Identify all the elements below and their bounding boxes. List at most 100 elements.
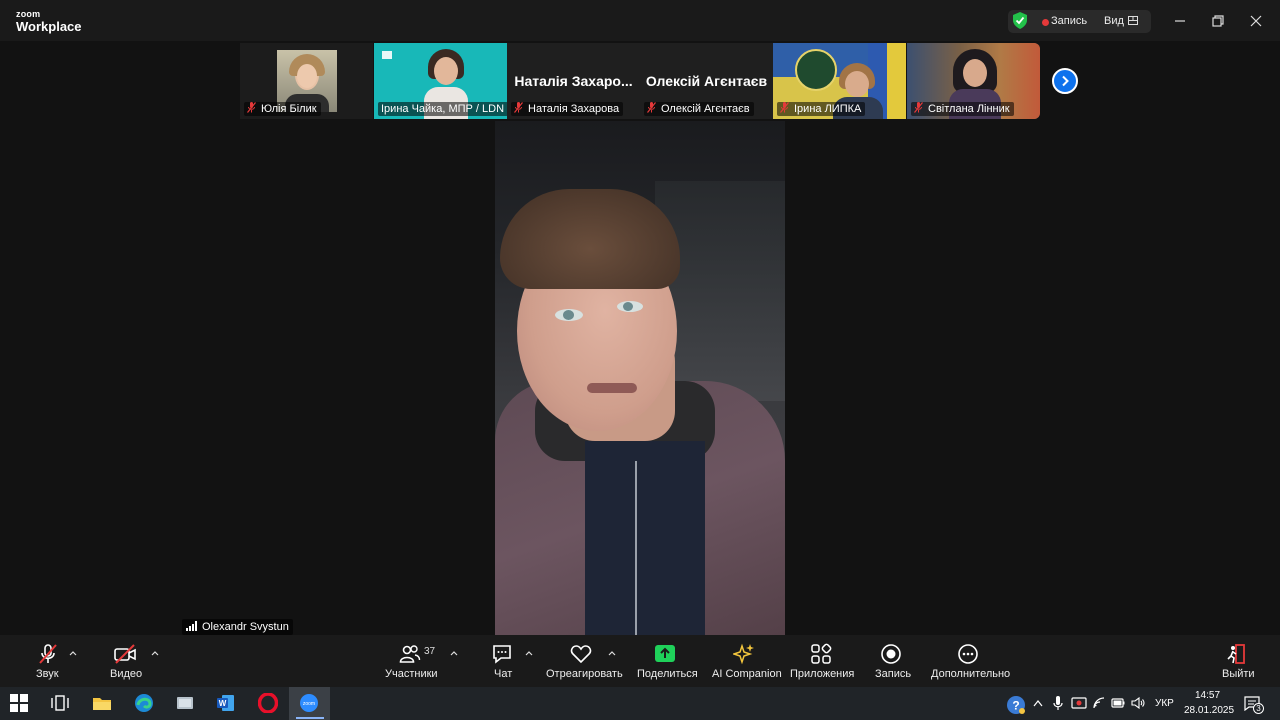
video-button[interactable]: Видео (106, 635, 146, 687)
react-button[interactable]: Отреагировать (545, 635, 623, 687)
shirt (585, 441, 705, 635)
participants-label: Участники (385, 668, 438, 680)
keyboard-language[interactable]: УКР (1155, 698, 1174, 709)
participant-name: Олексій Агєнтаєв (661, 103, 750, 115)
share-button[interactable]: Поделиться (636, 635, 698, 687)
next-page-button[interactable] (1052, 68, 1078, 94)
participant-display-name: Олексій Агєнтаєв (645, 73, 768, 89)
restore-button[interactable] (1209, 12, 1227, 30)
zoom-app-icon[interactable]: zoom (299, 693, 319, 713)
more-label: Дополнительно (931, 668, 1011, 680)
minimize-icon (1175, 20, 1185, 22)
record-button[interactable]: Запись (873, 635, 912, 687)
screen-capture-icon[interactable] (1071, 696, 1087, 710)
chat-options-caret-icon[interactable] (525, 650, 533, 656)
muted-mic-icon (247, 102, 256, 113)
leave-label: Выйти (1222, 668, 1255, 680)
share-screen-icon (655, 645, 675, 662)
volume-icon[interactable] (1131, 697, 1145, 709)
react-label: Отреагировать (546, 668, 623, 680)
chat-icon (493, 645, 511, 664)
zipper (635, 461, 637, 635)
microphone-icon[interactable] (1053, 695, 1063, 711)
clock-time[interactable]: 14:57 (1195, 690, 1220, 701)
record-label: Запись (875, 668, 912, 680)
leave-button[interactable]: Выйти (1220, 635, 1255, 687)
windows-start-icon[interactable] (10, 694, 28, 712)
chevron-right-icon (1062, 75, 1069, 87)
file-explorer-icon[interactable] (92, 693, 112, 713)
opera-icon[interactable] (258, 693, 278, 713)
hair (500, 189, 680, 289)
edge-browser-icon[interactable] (134, 693, 154, 713)
ai-companion-label: AI Companion (712, 668, 782, 680)
participant-tile[interactable]: ​ Ірина Чайка, МПР / LDN (374, 43, 507, 119)
video-options-caret-icon[interactable] (151, 650, 159, 656)
heart-icon (570, 645, 592, 664)
grid-view-icon[interactable] (1128, 16, 1138, 25)
audio-options-caret-icon[interactable] (69, 650, 77, 656)
participant-tile[interactable]: Ірина ЛИПКА (773, 43, 906, 119)
apps-button[interactable]: Приложения (789, 635, 855, 687)
react-options-caret-icon[interactable] (608, 650, 616, 656)
participant-tile[interactable]: Олексій Агєнтаєв Олексій Агєнтаєв (640, 43, 773, 119)
muted-mic-icon (647, 102, 656, 113)
task-view-icon[interactable] (51, 695, 69, 711)
participant-tile[interactable]: Наталія Захаро... Наталія Захарова (507, 43, 640, 119)
minimize-button[interactable] (1171, 12, 1189, 30)
active-speaker-name: Olexandr Svystun (202, 621, 289, 633)
svg-text:zoom: zoom (303, 701, 315, 707)
word-icon[interactable]: W (216, 693, 236, 713)
brand-top: zoom (16, 9, 41, 19)
active-app-indicator (296, 717, 324, 719)
participant-name-tag: Юлія Білик (244, 102, 321, 116)
participants-button[interactable]: 37 Участники (384, 635, 438, 687)
signal-bars-icon (186, 621, 197, 631)
participant-name: Світлана Лінник (928, 103, 1010, 115)
record-icon (881, 644, 901, 664)
video-label: Видео (110, 668, 143, 680)
participant-name-tag: Ірина ЛИПКА (777, 102, 866, 116)
sparkle-icon (733, 643, 754, 665)
chevron-up-icon[interactable] (1033, 699, 1043, 707)
video-off-icon (114, 644, 136, 664)
wifi-icon[interactable] (1093, 697, 1105, 709)
muted-mic-icon (914, 102, 923, 113)
participant-name-tag: Олексій Агєнтаєв (644, 102, 754, 116)
ai-companion-button[interactable]: AI Companion (711, 635, 782, 687)
chat-label: Чат (494, 668, 513, 680)
participants-icon (399, 645, 421, 663)
emblem-icon (795, 49, 837, 91)
view-button[interactable]: Вид (1104, 15, 1124, 27)
apps-label: Приложения (790, 668, 855, 680)
participant-name-tag: Світлана Лінник (911, 102, 1014, 116)
participant-display-name: Наталія Захаро... (514, 73, 633, 89)
recording-dot-icon (1042, 19, 1049, 26)
shield-icon[interactable] (1013, 12, 1027, 29)
meeting-controls-bar: Звук Видео 37 Участники Чат Отреагироват… (0, 635, 1280, 687)
participant-name: Наталія Захарова (528, 103, 620, 115)
mouth (587, 383, 637, 393)
help-icon[interactable]: ? (1006, 695, 1026, 715)
participants-options-caret-icon[interactable] (450, 650, 458, 656)
close-button[interactable] (1247, 12, 1265, 30)
muted-mic-icon (780, 102, 789, 113)
participant-tile[interactable]: Світлана Лінник (907, 43, 1040, 119)
participant-tile[interactable]: Юлія Білик (240, 43, 373, 119)
more-button[interactable]: Дополнительно (930, 635, 1011, 687)
svg-text:?: ? (1012, 699, 1019, 713)
participant-name-tag: Ірина Чайка, МПР / LDN (378, 102, 507, 116)
participant-name: Ірина ЛИПКА (794, 103, 862, 115)
apps-icon (811, 643, 832, 664)
participants-count: 37 (424, 646, 436, 657)
battery-icon[interactable] (1111, 698, 1125, 708)
recording-label[interactable]: Запись (1051, 15, 1087, 27)
clock-date[interactable]: 28.01.2025 (1184, 705, 1234, 716)
restore-icon (1212, 15, 1224, 27)
audio-button[interactable]: Звук (30, 635, 66, 687)
active-speaker-name-tag: Olexandr Svystun (182, 619, 293, 635)
svg-text:W: W (219, 699, 227, 708)
chat-button[interactable]: Чат (487, 635, 517, 687)
photos-icon[interactable] (175, 693, 195, 713)
active-speaker-video[interactable] (495, 121, 785, 635)
